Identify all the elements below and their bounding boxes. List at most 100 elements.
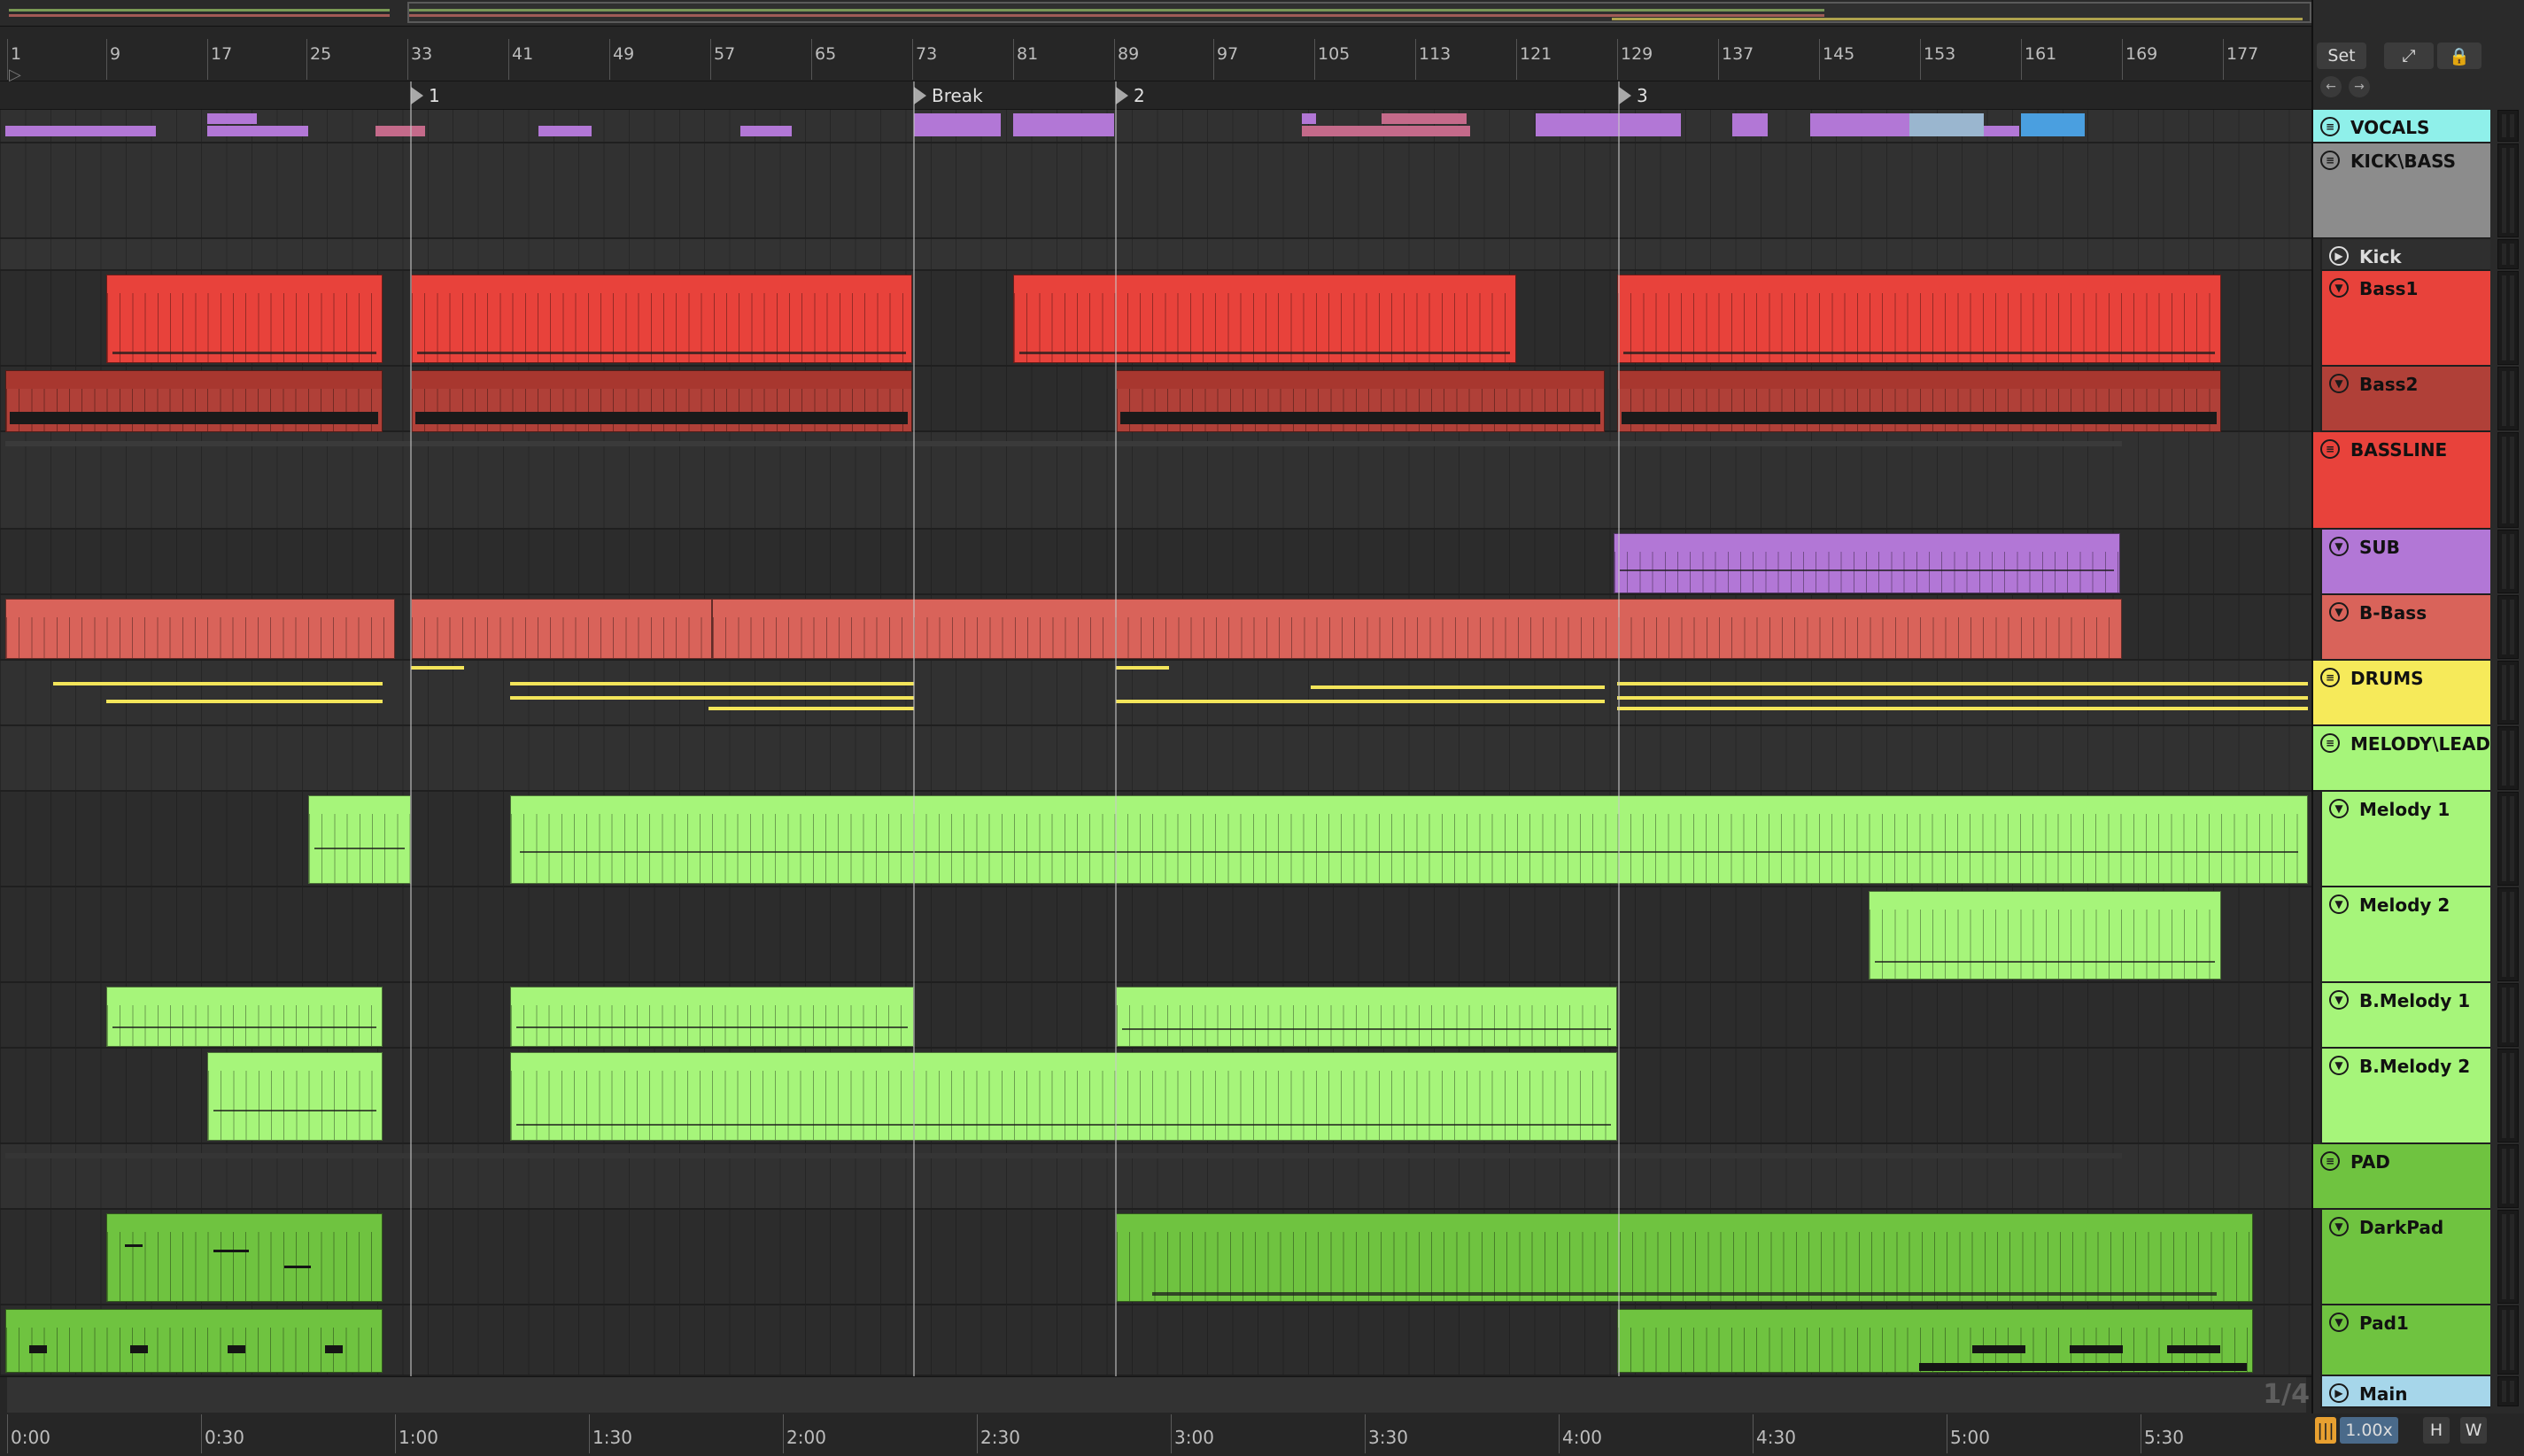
- clip-preview[interactable]: [1984, 126, 2019, 136]
- track-fold-icon[interactable]: ▼: [2329, 799, 2349, 818]
- clip-preview[interactable]: [1013, 113, 1114, 136]
- track-header-vocals[interactable]: ≡ VOCALS: [2313, 110, 2490, 143]
- track-fold-icon[interactable]: ▼: [2329, 1056, 2349, 1075]
- lane-pad1[interactable]: [0, 1305, 2311, 1376]
- midi-clip[interactable]: [411, 275, 912, 363]
- lane-darkpad[interactable]: [0, 1210, 2311, 1305]
- drum-preview[interactable]: [1311, 685, 1605, 689]
- midi-clip[interactable]: [1617, 275, 2221, 363]
- drum-preview[interactable]: [1617, 682, 2308, 685]
- midi-clip[interactable]: [5, 599, 395, 659]
- h-button[interactable]: H: [2423, 1417, 2450, 1444]
- track-header-melody-1[interactable]: ▼ Melody 1: [2320, 792, 2490, 887]
- horizontal-scrollbar[interactable]: [7, 1377, 2306, 1413]
- drum-preview[interactable]: [1116, 700, 1605, 703]
- drum-preview[interactable]: [53, 682, 383, 685]
- drum-preview[interactable]: [411, 666, 464, 670]
- midi-clip[interactable]: [1869, 891, 2221, 980]
- clip-preview[interactable]: [1810, 113, 1909, 136]
- midi-clip[interactable]: [1116, 370, 1605, 432]
- midi-clip[interactable]: [510, 795, 2308, 884]
- track-header-pad[interactable]: ≡ PAD: [2313, 1144, 2490, 1210]
- clip-preview[interactable]: [1536, 113, 1681, 136]
- group-fold-icon[interactable]: ≡: [2320, 117, 2340, 136]
- track-header-kick-bass[interactable]: ≡ KICK\BASS: [2313, 143, 2490, 239]
- track-header-melody-lead[interactable]: ≡ MELODY\LEAD: [2313, 726, 2490, 792]
- midi-clip[interactable]: [411, 599, 712, 659]
- clip-preview[interactable]: [207, 113, 257, 124]
- track-fold-icon[interactable]: ▼: [2329, 537, 2349, 556]
- locator-2[interactable]: 2: [1116, 85, 1145, 106]
- track-header-b-bass[interactable]: ▼ B-Bass: [2320, 595, 2490, 661]
- lane-vocals[interactable]: [0, 110, 2311, 143]
- lock-button[interactable]: 🔒: [2437, 43, 2481, 69]
- drum-preview[interactable]: [510, 696, 914, 700]
- track-header-b-melody-1[interactable]: ▼ B.Melody 1: [2320, 983, 2490, 1049]
- lane-b-bass[interactable]: [0, 595, 2311, 661]
- time-ruler[interactable]: 0:00 0:30 1:00 1:30 2:00 2:30 3:00 3:30 4:00 4:30…: [0, 1376, 2311, 1456]
- midi-clip[interactable]: [1617, 370, 2221, 432]
- clip-preview[interactable]: [1382, 113, 1467, 124]
- lane-b-melody-1[interactable]: [0, 983, 2311, 1049]
- lane-bassline-group[interactable]: [0, 432, 2311, 530]
- group-fold-icon[interactable]: ≡: [2320, 1151, 2340, 1171]
- lane-bass2[interactable]: [0, 367, 2311, 432]
- track-fold-icon[interactable]: ▶: [2329, 1383, 2349, 1403]
- next-locator-button[interactable]: →: [2349, 76, 2370, 97]
- track-fold-icon[interactable]: ▶: [2329, 246, 2349, 266]
- midi-clip[interactable]: [207, 1052, 383, 1141]
- lane-drums-group[interactable]: [0, 661, 2311, 726]
- midi-clip[interactable]: [106, 1213, 383, 1302]
- track-header-bass1[interactable]: ▼ Bass1: [2320, 271, 2490, 367]
- track-fold-icon[interactable]: ▼: [2329, 895, 2349, 914]
- midi-clip[interactable]: [712, 599, 2122, 659]
- track-header-bassline[interactable]: ≡ BASSLINE: [2313, 432, 2490, 530]
- midi-clip[interactable]: [5, 1309, 383, 1373]
- drum-preview[interactable]: [1617, 707, 2308, 710]
- drum-preview[interactable]: [510, 682, 914, 685]
- clip-preview[interactable]: [5, 126, 156, 136]
- clip-preview[interactable]: [1302, 126, 1470, 136]
- lane-b-melody-2[interactable]: [0, 1049, 2311, 1144]
- set-button[interactable]: Set: [2317, 43, 2366, 69]
- midi-clip[interactable]: [1617, 1309, 2253, 1373]
- clip-preview[interactable]: [5, 441, 2122, 446]
- lane-bass1[interactable]: [0, 271, 2311, 367]
- track-header-bass2[interactable]: ▼ Bass2: [2320, 367, 2490, 432]
- group-fold-icon[interactable]: ≡: [2320, 733, 2340, 753]
- lane-kick[interactable]: [0, 239, 2311, 271]
- clip-preview[interactable]: [914, 113, 1001, 136]
- track-fold-icon[interactable]: ▼: [2329, 602, 2349, 622]
- w-button[interactable]: W: [2460, 1417, 2487, 1444]
- follow-button[interactable]: ⤢: [2384, 43, 2434, 69]
- group-fold-icon[interactable]: ≡: [2320, 151, 2340, 170]
- arrangement-lanes[interactable]: [0, 110, 2311, 1376]
- track-header-kick[interactable]: ▶ Kick: [2320, 239, 2490, 271]
- drum-preview[interactable]: [106, 700, 383, 703]
- track-fold-icon[interactable]: ▼: [2329, 990, 2349, 1010]
- locator-strip[interactable]: 1 Break 2 3: [0, 81, 2311, 110]
- midi-clip[interactable]: [1013, 275, 1516, 363]
- drum-preview[interactable]: [1116, 666, 1169, 670]
- track-header-melody-2[interactable]: ▼ Melody 2: [2320, 887, 2490, 983]
- lane-kick-bass-group[interactable]: [0, 143, 2311, 239]
- track-header-sub[interactable]: ▼ SUB: [2320, 530, 2490, 595]
- lane-melody-2[interactable]: [0, 887, 2311, 983]
- track-header-main[interactable]: ▶ Main: [2320, 1376, 2490, 1408]
- midi-clip[interactable]: [1116, 987, 1617, 1047]
- beat-time-ruler[interactable]: 1 9 17 25 33 41 49 57 65 73 81 89 97 105 113 121 129 137 1…: [0, 27, 2311, 84]
- track-header-drums[interactable]: ≡ DRUMS: [2313, 661, 2490, 726]
- track-fold-icon[interactable]: ▼: [2329, 374, 2349, 393]
- midi-clip[interactable]: [510, 1052, 1617, 1141]
- midi-clip[interactable]: [510, 987, 914, 1047]
- midi-clip[interactable]: [5, 370, 383, 432]
- drum-preview[interactable]: [708, 707, 914, 710]
- locator-3[interactable]: 3: [1619, 85, 1648, 106]
- track-fold-icon[interactable]: ▼: [2329, 1313, 2349, 1332]
- midi-clip[interactable]: [106, 275, 383, 363]
- clip-preview[interactable]: [376, 126, 425, 136]
- tempo-follow-toggle[interactable]: |||: [2315, 1417, 2336, 1444]
- track-fold-icon[interactable]: ▼: [2329, 1217, 2349, 1236]
- group-fold-icon[interactable]: ≡: [2320, 439, 2340, 459]
- midi-clip[interactable]: [308, 795, 411, 884]
